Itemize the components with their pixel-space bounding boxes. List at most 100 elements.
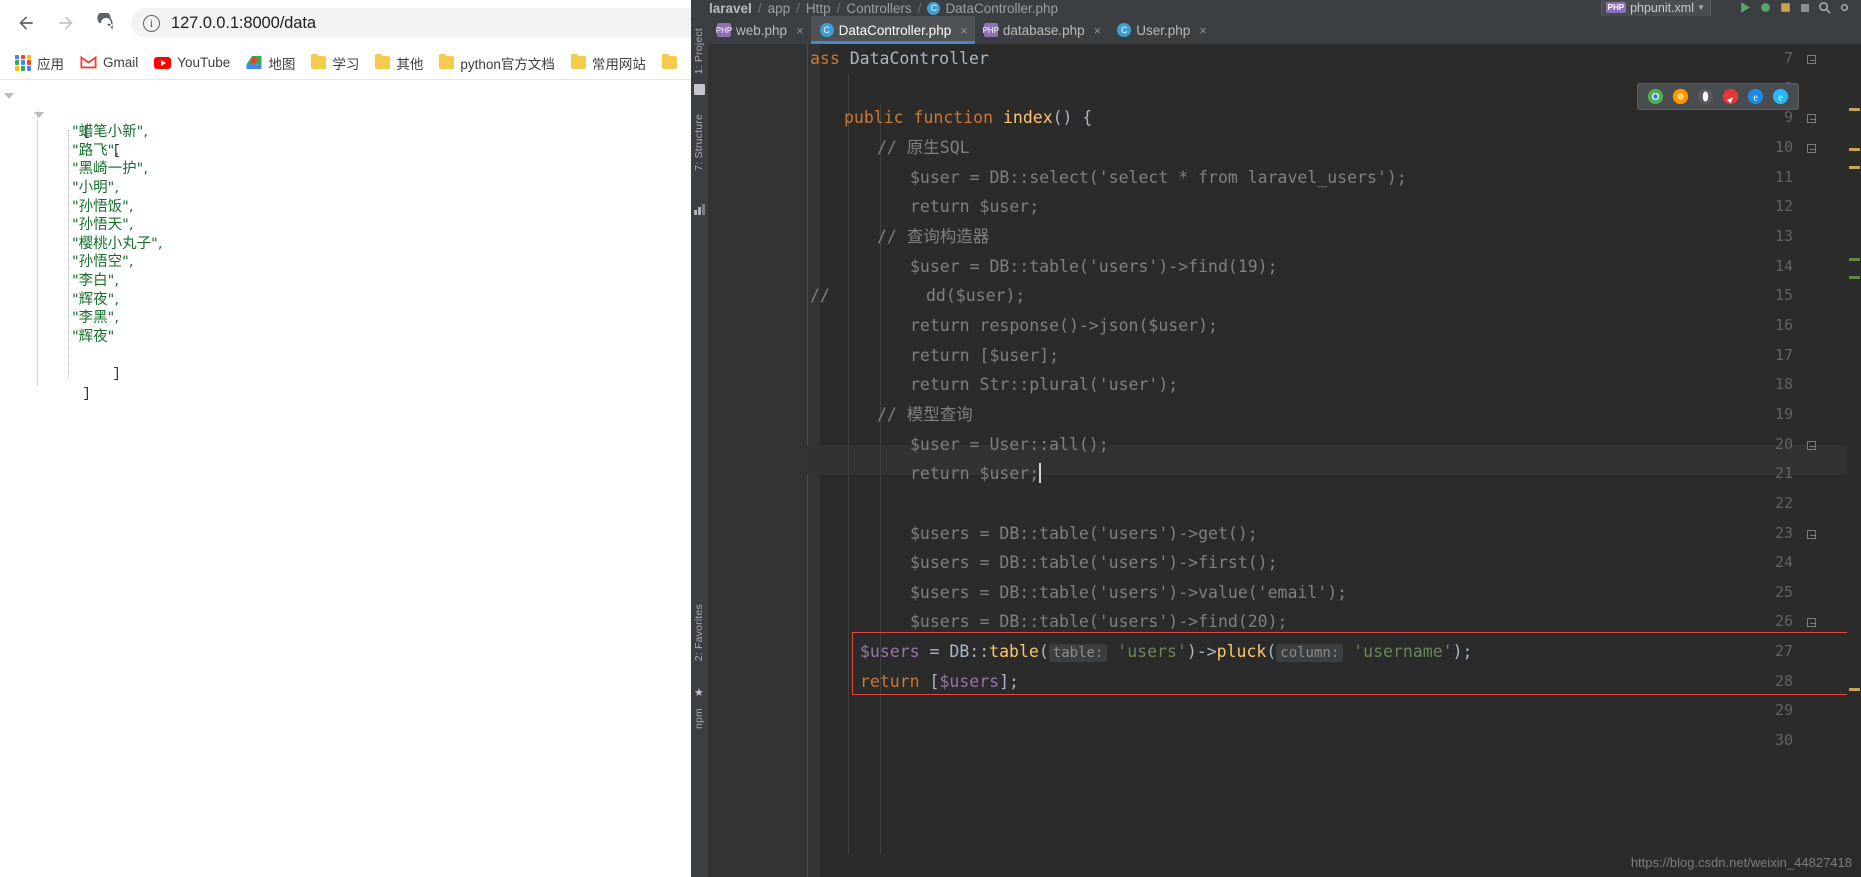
scrollbar-warning-marker[interactable] bbox=[1849, 166, 1860, 169]
bookmark-gmail[interactable]: Gmail bbox=[73, 49, 145, 77]
firefox-icon[interactable] bbox=[1672, 88, 1689, 105]
bookmark-folder-study[interactable]: 学习 bbox=[304, 49, 366, 77]
ie-icon[interactable]: e bbox=[1747, 88, 1764, 105]
breadcrumb-file[interactable]: DataController.php bbox=[945, 1, 1058, 16]
edge-icon[interactable]: e bbox=[1772, 88, 1789, 105]
bookmark-maps[interactable]: 地图 bbox=[239, 49, 302, 77]
structure-icon[interactable] bbox=[694, 204, 705, 218]
breadcrumb-part-http[interactable]: Http bbox=[806, 1, 831, 16]
forward-button[interactable] bbox=[49, 6, 83, 40]
bookmark-youtube[interactable]: YouTube bbox=[147, 49, 237, 77]
phpstorm-window: laravel / app / Http / Controllers / C D… bbox=[691, 0, 1861, 877]
tab-label: database.php bbox=[1002, 22, 1085, 38]
code-content[interactable]: ass DataController public function index… bbox=[810, 44, 1861, 877]
run-config-label: phpunit.xml bbox=[1630, 0, 1694, 15]
close-icon[interactable]: × bbox=[1199, 23, 1207, 38]
scrollbar-warning-marker[interactable] bbox=[1849, 108, 1860, 111]
tab-datacontroller-php[interactable]: C DataController.php × bbox=[810, 16, 975, 44]
scrollbar-ok-marker[interactable] bbox=[1849, 258, 1860, 261]
apps-grid-icon bbox=[15, 54, 31, 71]
google-maps-icon bbox=[246, 55, 262, 70]
tab-label: DataController.php bbox=[838, 22, 952, 38]
tool-window-structure[interactable]: 7: Structure bbox=[693, 114, 705, 171]
breadcrumb-part-controllers[interactable]: Controllers bbox=[846, 1, 911, 16]
tab-label: web.php bbox=[736, 22, 788, 38]
code-editor[interactable]: 7 8 9 10 11 12 13 14 15 16 17 18 19 20 2… bbox=[708, 44, 1861, 877]
run-configuration-selector[interactable]: PHP phpunit.xml ▼ bbox=[1600, 0, 1711, 17]
breadcrumb-project[interactable]: laravel bbox=[709, 1, 752, 16]
bookmark-folder-extra[interactable] bbox=[655, 49, 684, 77]
collapse-triangle-icon[interactable] bbox=[4, 91, 14, 101]
bookmark-label: 学习 bbox=[332, 56, 360, 72]
breadcrumb-separator: / bbox=[796, 0, 800, 16]
code-line-16: return response()->json($user); bbox=[910, 316, 1218, 335]
left-tool-window-rail: 1: Project 7: Structure 2: Favorites ★ n… bbox=[691, 16, 708, 877]
collapse-triangle-icon[interactable] bbox=[34, 110, 44, 120]
debug-icon[interactable] bbox=[1759, 0, 1772, 18]
back-button[interactable] bbox=[9, 6, 43, 40]
editor-scrollbar[interactable] bbox=[1847, 88, 1861, 877]
stop-icon[interactable] bbox=[1799, 0, 1811, 18]
editor-gutter[interactable] bbox=[708, 44, 820, 877]
settings-icon[interactable] bbox=[1838, 0, 1851, 18]
php-file-icon: PHP bbox=[983, 23, 999, 37]
coverage-icon[interactable] bbox=[1779, 0, 1792, 18]
gmail-icon bbox=[80, 55, 97, 69]
bookmark-label: 常用网站 bbox=[591, 56, 646, 72]
chevron-down-icon[interactable]: ▼ bbox=[1697, 3, 1705, 12]
php-class-icon: C bbox=[927, 1, 941, 15]
code-line-9: public function index() { bbox=[844, 108, 1093, 127]
code-line-7: ass DataController bbox=[810, 49, 989, 68]
code-line-17: return [$user]; bbox=[910, 346, 1060, 365]
bookmark-label: python官方文档 bbox=[460, 56, 555, 72]
opera-icon[interactable] bbox=[1697, 88, 1714, 105]
code-line-20: $user = User::all(); bbox=[910, 435, 1109, 454]
close-icon[interactable]: × bbox=[960, 23, 968, 38]
code-line-13: // 查询构造器 bbox=[877, 227, 990, 246]
tab-user-php[interactable]: C User.php × bbox=[1108, 16, 1214, 44]
address-bar[interactable]: i 127.0.0.1:8000/data bbox=[131, 8, 716, 38]
bookmark-label: 地图 bbox=[268, 56, 296, 72]
tool-window-npm[interactable]: npm bbox=[693, 708, 705, 729]
scrollbar-warning-marker[interactable] bbox=[1849, 148, 1860, 151]
safari-icon[interactable] bbox=[1722, 88, 1739, 105]
code-line-14: $user = DB::table('users')->find(19); bbox=[910, 257, 1278, 276]
code-line-15-prefix: // bbox=[810, 286, 830, 305]
code-line-23: $users = DB::table('users')->get(); bbox=[910, 524, 1258, 543]
code-line-21: return $user; bbox=[910, 463, 1041, 483]
code-line-18: return Str::plural('user'); bbox=[910, 375, 1179, 394]
folder-icon bbox=[311, 53, 327, 69]
bookmark-label: 其他 bbox=[396, 56, 424, 72]
bookmark-label: 应用 bbox=[37, 56, 64, 72]
project-files-icon[interactable] bbox=[694, 84, 705, 95]
search-icon[interactable] bbox=[1818, 0, 1831, 18]
tool-window-favorites[interactable]: 2: Favorites bbox=[693, 604, 705, 661]
bookmark-folder-other[interactable]: 其他 bbox=[368, 49, 430, 77]
tool-window-project[interactable]: 1: Project bbox=[693, 28, 705, 74]
bookmark-folder-python-docs[interactable]: python官方文档 bbox=[432, 49, 562, 77]
bookmark-apps[interactable]: 应用 bbox=[8, 49, 71, 77]
chrome-icon[interactable] bbox=[1647, 88, 1664, 105]
bookmark-folder-common-sites[interactable]: 常用网站 bbox=[564, 49, 653, 77]
tab-label: User.php bbox=[1136, 22, 1191, 38]
svg-text:e: e bbox=[1778, 92, 1783, 103]
scrollbar-warning-marker[interactable] bbox=[1849, 688, 1860, 691]
scrollbar-ok-marker[interactable] bbox=[1849, 276, 1860, 279]
editor-tab-bar: PHP web.php × C DataController.php × PHP… bbox=[708, 16, 1861, 44]
close-icon[interactable]: × bbox=[796, 23, 804, 38]
favorites-star-icon[interactable]: ★ bbox=[694, 686, 704, 699]
tab-web-php[interactable]: PHP web.php × bbox=[708, 16, 811, 44]
page-info-icon[interactable]: i bbox=[143, 14, 160, 32]
youtube-icon bbox=[154, 56, 172, 69]
folder-icon bbox=[570, 53, 586, 69]
breadcrumb-part-app[interactable]: app bbox=[768, 1, 791, 16]
bookmark-label: YouTube bbox=[177, 55, 231, 70]
code-line-15: dd($user); bbox=[926, 286, 1026, 305]
folder-icon bbox=[375, 53, 391, 69]
reload-button[interactable] bbox=[89, 6, 123, 40]
screen: i 127.0.0.1:8000/data ! bbox=[0, 0, 1861, 877]
tab-database-php[interactable]: PHP database.php × bbox=[975, 16, 1108, 44]
close-icon[interactable]: × bbox=[1094, 23, 1102, 38]
breadcrumb-separator: / bbox=[917, 0, 922, 16]
run-icon[interactable] bbox=[1739, 0, 1752, 18]
